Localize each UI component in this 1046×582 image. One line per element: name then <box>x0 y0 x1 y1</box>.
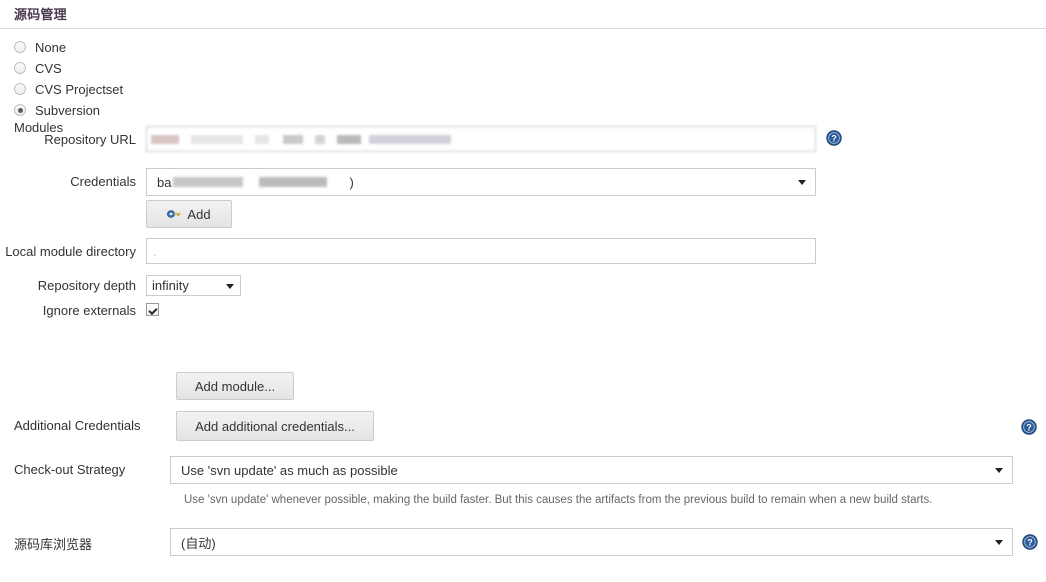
repository-url-label: Repository URL <box>44 132 136 147</box>
help-icon[interactable]: ? <box>1022 534 1038 550</box>
checkout-strategy-help-text: Use 'svn update' whenever possible, maki… <box>184 494 933 506</box>
add-module-row: Add module... <box>0 372 294 400</box>
additional-credentials-row: Additional Credentials Add additional cr… <box>0 411 1046 441</box>
scm-type-radio-group: None CVS CVS Projectset Subversion <box>0 29 1046 120</box>
page-title: 源码管理 <box>0 0 1046 29</box>
add-module-button-label: Add module... <box>194 378 276 394</box>
chevron-down-icon <box>995 468 1003 473</box>
add-credentials-button-label: Add <box>187 206 211 222</box>
checkout-strategy-row: Check-out Strategy Use 'svn update' as m… <box>0 456 1046 484</box>
scm-option-subversion-label: Subversion <box>35 102 101 118</box>
credentials-redacted-block <box>173 177 352 187</box>
repository-browser-value: (自动) <box>181 535 216 551</box>
repository-browser-row: 源码库浏览器 (自动) ? <box>0 528 1046 556</box>
local-module-directory-input[interactable] <box>146 238 816 264</box>
scm-option-cvs-projectset[interactable]: CVS Projectset <box>14 79 1046 99</box>
chevron-down-icon <box>798 180 806 185</box>
add-module-button[interactable]: Add module... <box>176 372 294 400</box>
checkout-strategy-label: Check-out Strategy <box>14 462 126 477</box>
ignore-externals-row: Ignore externals <box>0 303 159 318</box>
repository-browser-select[interactable]: (自动) <box>170 528 1013 556</box>
repository-depth-value: infinity <box>152 278 189 293</box>
add-additional-credentials-button-label: Add additional credentials... <box>195 418 355 434</box>
chevron-down-icon <box>995 540 1003 545</box>
svg-text:?: ? <box>1026 423 1032 433</box>
repository-url-row: Repository URL ? <box>0 126 1046 152</box>
svg-text:?: ? <box>1027 538 1033 548</box>
credentials-label: Credentials <box>70 174 136 189</box>
scm-option-none-label: None <box>35 39 67 55</box>
checkout-strategy-value: Use 'svn update' as much as possible <box>181 462 398 478</box>
ignore-externals-checkbox[interactable] <box>146 303 159 316</box>
chevron-down-icon <box>226 283 234 289</box>
local-module-directory-label: Local module directory <box>5 244 136 259</box>
local-module-directory-row: Local module directory <box>0 238 1046 264</box>
credentials-row: Credentials ba ) <box>0 168 1046 196</box>
radio-subversion[interactable] <box>14 104 26 116</box>
key-icon <box>167 208 181 220</box>
additional-credentials-label: Additional Credentials <box>14 418 141 433</box>
ignore-externals-label: Ignore externals <box>42 303 136 318</box>
repository-depth-row: Repository depth infinity <box>0 275 241 296</box>
repository-depth-select[interactable]: infinity <box>146 275 241 296</box>
credentials-value-prefix: ba <box>157 174 172 190</box>
add-additional-credentials-button[interactable]: Add additional credentials... <box>176 411 374 441</box>
credentials-selected-value: ba ) <box>157 175 354 190</box>
radio-cvs[interactable] <box>14 62 26 74</box>
help-icon[interactable]: ? <box>1021 419 1037 435</box>
repository-depth-label: Repository depth <box>37 278 136 293</box>
repository-browser-label: 源码库浏览器 <box>14 537 93 552</box>
help-icon[interactable]: ? <box>826 130 842 146</box>
radio-cvs-projectset[interactable] <box>14 83 26 95</box>
scm-option-cvs[interactable]: CVS <box>14 58 1046 78</box>
credentials-select[interactable]: ba ) <box>146 168 816 196</box>
radio-none[interactable] <box>14 41 26 53</box>
scm-option-cvs-label: CVS <box>35 60 62 76</box>
add-credentials-button[interactable]: Add <box>146 200 232 228</box>
add-credentials-row: Add <box>0 200 232 228</box>
svg-text:?: ? <box>831 134 837 144</box>
scm-option-cvs-projectset-label: CVS Projectset <box>35 81 124 97</box>
scm-option-subversion[interactable]: Subversion <box>14 100 1046 120</box>
scm-option-none[interactable]: None <box>14 37 1046 57</box>
checkout-strategy-select[interactable]: Use 'svn update' as much as possible <box>170 456 1013 484</box>
repository-url-input[interactable] <box>146 126 816 152</box>
